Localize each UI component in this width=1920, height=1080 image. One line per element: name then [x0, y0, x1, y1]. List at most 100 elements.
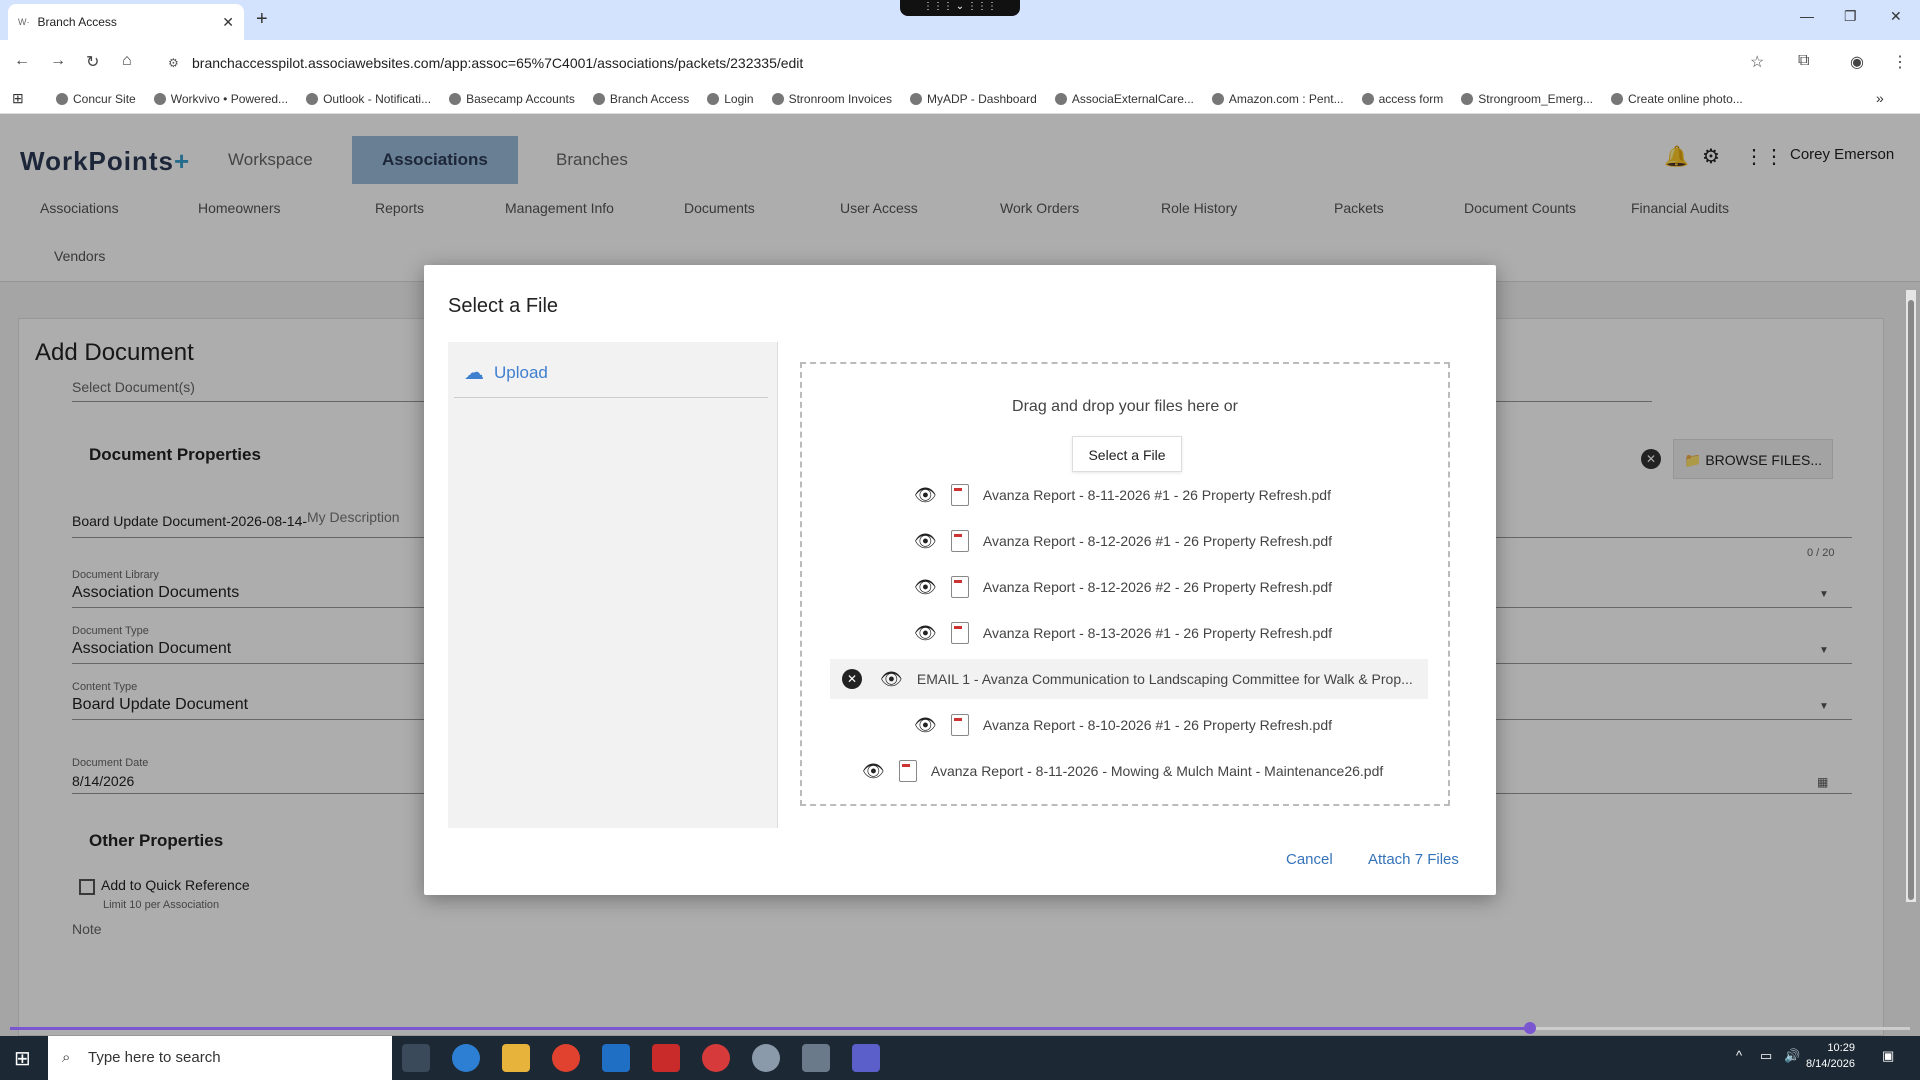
upload-source[interactable]: ☁ Upload — [464, 360, 548, 385]
forward-icon[interactable]: → — [50, 52, 66, 70]
bookmark-label: Concur Site — [73, 92, 136, 106]
eye-icon[interactable]: 👁 — [914, 531, 937, 552]
eye-icon[interactable]: 👁 — [880, 669, 903, 690]
remove-file-icon[interactable]: ✕ — [842, 669, 862, 689]
bookmark-item[interactable]: Stronroom Invoices — [771, 92, 892, 106]
close-window-icon[interactable]: ✕ — [1890, 8, 1902, 25]
file-row-hovered[interactable]: ✕ 👁 EMAIL 1 - Avanza Communication to La… — [830, 659, 1428, 699]
cancel-button[interactable]: Cancel — [1286, 851, 1333, 868]
address-bar[interactable]: ⚙ branchaccesspilot.associawebsites.com/… — [158, 50, 1768, 76]
bookmark-item[interactable]: Login — [707, 92, 754, 106]
windows-start-icon[interactable]: ⊞ — [14, 1046, 31, 1071]
outlook-icon[interactable] — [602, 1044, 630, 1072]
browser-tabstrip: W· Branch Access ✕ + ⋮⋮⋮ ⌄ ⋮⋮⋮ — ❐ ✕ — [0, 0, 1920, 40]
site-info-icon[interactable]: ⚙ — [168, 50, 179, 76]
attach-files-button[interactable]: Attach 7 Files — [1368, 851, 1459, 868]
bookmark-label: Outlook - Notificati... — [323, 92, 432, 106]
bookmarks-bar: ⊞ Concur Site Workvivo • Powered... Outloo… — [0, 86, 1920, 114]
reload-icon[interactable]: ↻ — [86, 52, 99, 72]
close-tab-icon[interactable]: ✕ — [222, 14, 234, 31]
apps-grid-icon[interactable]: ⊞ — [12, 90, 24, 107]
scrollbar-thumb[interactable] — [1908, 300, 1914, 900]
screen-recorder-handle[interactable]: ⋮⋮⋮ ⌄ ⋮⋮⋮ — [900, 0, 1020, 16]
bookmark-favicon-icon — [909, 93, 922, 105]
eye-icon[interactable]: 👁 — [914, 715, 937, 736]
bookmark-item[interactable]: Concur Site — [56, 92, 136, 106]
taskbar-clock[interactable]: 10:29 8/14/2026 — [1806, 1040, 1855, 1072]
upload-label: Upload — [494, 362, 548, 382]
tray-chevron-icon[interactable]: ^ — [1736, 1048, 1742, 1063]
bookmark-label: Login — [724, 92, 754, 106]
menu-icon[interactable]: ⋮ — [1892, 52, 1908, 72]
search-placeholder: Type here to search — [88, 1049, 221, 1066]
app-icon[interactable] — [752, 1044, 780, 1072]
back-icon[interactable]: ← — [14, 52, 30, 70]
file-row[interactable]: 👁 Avanza Report - 8-10-2026 #1 - 26 Prop… — [914, 705, 1332, 745]
file-row[interactable]: 👁 Avanza Report - 8-12-2026 #2 - 26 Prop… — [914, 567, 1332, 607]
browser-tab[interactable]: W· Branch Access ✕ — [8, 4, 244, 40]
bookmark-item[interactable]: MyADP - Dashboard — [909, 92, 1037, 106]
eye-icon[interactable]: 👁 — [914, 577, 937, 598]
bookmark-favicon-icon — [1361, 93, 1374, 105]
app-icon[interactable] — [702, 1044, 730, 1072]
cloud-upload-icon: ☁ — [464, 362, 484, 384]
pdf-file-icon — [950, 714, 969, 736]
eye-icon[interactable]: 👁 — [862, 761, 885, 782]
bookmark-item[interactable]: Workvivo • Powered... — [153, 92, 289, 106]
video-progress-knob[interactable] — [1524, 1022, 1536, 1034]
bookmark-item[interactable]: Amazon.com : Pent... — [1211, 92, 1344, 106]
select-a-file-button[interactable]: Select a File — [1072, 436, 1182, 472]
file-row[interactable]: 👁 Avanza Report - 8-13-2026 #1 - 26 Prop… — [914, 613, 1332, 653]
file-row[interactable]: 👁 Avanza Report - 8-11-2026 #1 - 26 Prop… — [914, 475, 1331, 515]
file-row[interactable]: 👁 Avanza Report - 8-11-2026 - Mowing & M… — [862, 751, 1383, 791]
restore-icon[interactable]: ❐ — [1844, 8, 1857, 25]
notifications-icon[interactable]: ▣ — [1882, 1048, 1894, 1064]
minimize-icon[interactable]: — — [1800, 8, 1814, 24]
drag-drop-text: Drag and drop your files here or — [1012, 398, 1238, 415]
chrome-icon[interactable] — [552, 1044, 580, 1072]
bookmark-item[interactable]: Branch Access — [592, 92, 689, 106]
select-file-dialog: Select a File ☁ Upload Drag and drop you… — [424, 265, 1496, 895]
teams-icon[interactable] — [852, 1044, 880, 1072]
bookmark-star-icon[interactable]: ☆ — [1750, 52, 1764, 72]
home-icon[interactable]: ⌂ — [122, 52, 132, 70]
bookmark-label: Basecamp Accounts — [466, 92, 575, 106]
bookmark-favicon-icon — [1611, 93, 1623, 105]
bookmark-item[interactable]: Strongroom_Emerg... — [1461, 92, 1593, 106]
bookmark-label: Workvivo • Powered... — [170, 92, 289, 106]
edge-icon[interactable] — [452, 1044, 480, 1072]
task-view-icon[interactable] — [402, 1044, 430, 1072]
more-bookmarks-icon[interactable]: » — [1876, 90, 1884, 106]
page-scrollbar[interactable] — [1906, 290, 1916, 902]
network-icon[interactable]: ▭ — [1760, 1048, 1772, 1064]
file-name: Avanza Report - 8-10-2026 #1 - 26 Proper… — [982, 717, 1333, 733]
bookmark-item[interactable]: access form — [1361, 92, 1443, 106]
app-icon[interactable] — [802, 1044, 830, 1072]
new-tab-button[interactable]: + — [256, 8, 268, 31]
pdf-file-icon — [950, 576, 969, 598]
video-progress-fill — [10, 1027, 1530, 1030]
file-name: EMAIL 1 - Avanza Communication to Landsc… — [916, 671, 1413, 687]
file-row[interactable]: 👁 Avanza Report - 8-12-2026 #1 - 26 Prop… — [914, 521, 1332, 561]
bookmark-label: Amazon.com : Pent... — [1228, 92, 1344, 106]
dialog-title: Select a File — [448, 295, 559, 317]
bookmark-item[interactable]: Outlook - Notificati... — [306, 92, 431, 106]
bookmark-favicon-icon — [592, 93, 605, 105]
video-time: 4:02 / 5:00 — [100, 1040, 148, 1051]
bookmark-item[interactable]: Basecamp Accounts — [449, 92, 575, 106]
bookmark-favicon-icon — [1054, 93, 1067, 105]
source-panel: ☁ Upload — [448, 342, 778, 828]
search-icon: ⌕ — [62, 1049, 71, 1066]
video-progress-bar[interactable] — [10, 1022, 1910, 1034]
eye-icon[interactable]: 👁 — [914, 485, 937, 506]
tab-search-icon[interactable]: ⧉ — [1798, 52, 1809, 70]
file-explorer-icon[interactable] — [502, 1044, 530, 1072]
bookmark-item[interactable]: AssociaExternalCare... — [1054, 92, 1194, 106]
profile-icon[interactable]: ◉ — [1850, 52, 1864, 72]
pdf-reader-icon[interactable] — [652, 1044, 680, 1072]
bookmark-item[interactable]: Create online photo... — [1611, 92, 1743, 106]
volume-icon[interactable]: 🔊 — [1784, 1048, 1800, 1064]
url-text: branchaccesspilot.associawebsites.com/ap… — [192, 55, 804, 71]
eye-icon[interactable]: 👁 — [914, 623, 937, 644]
bookmark-label: Strongroom_Emerg... — [1478, 92, 1593, 106]
